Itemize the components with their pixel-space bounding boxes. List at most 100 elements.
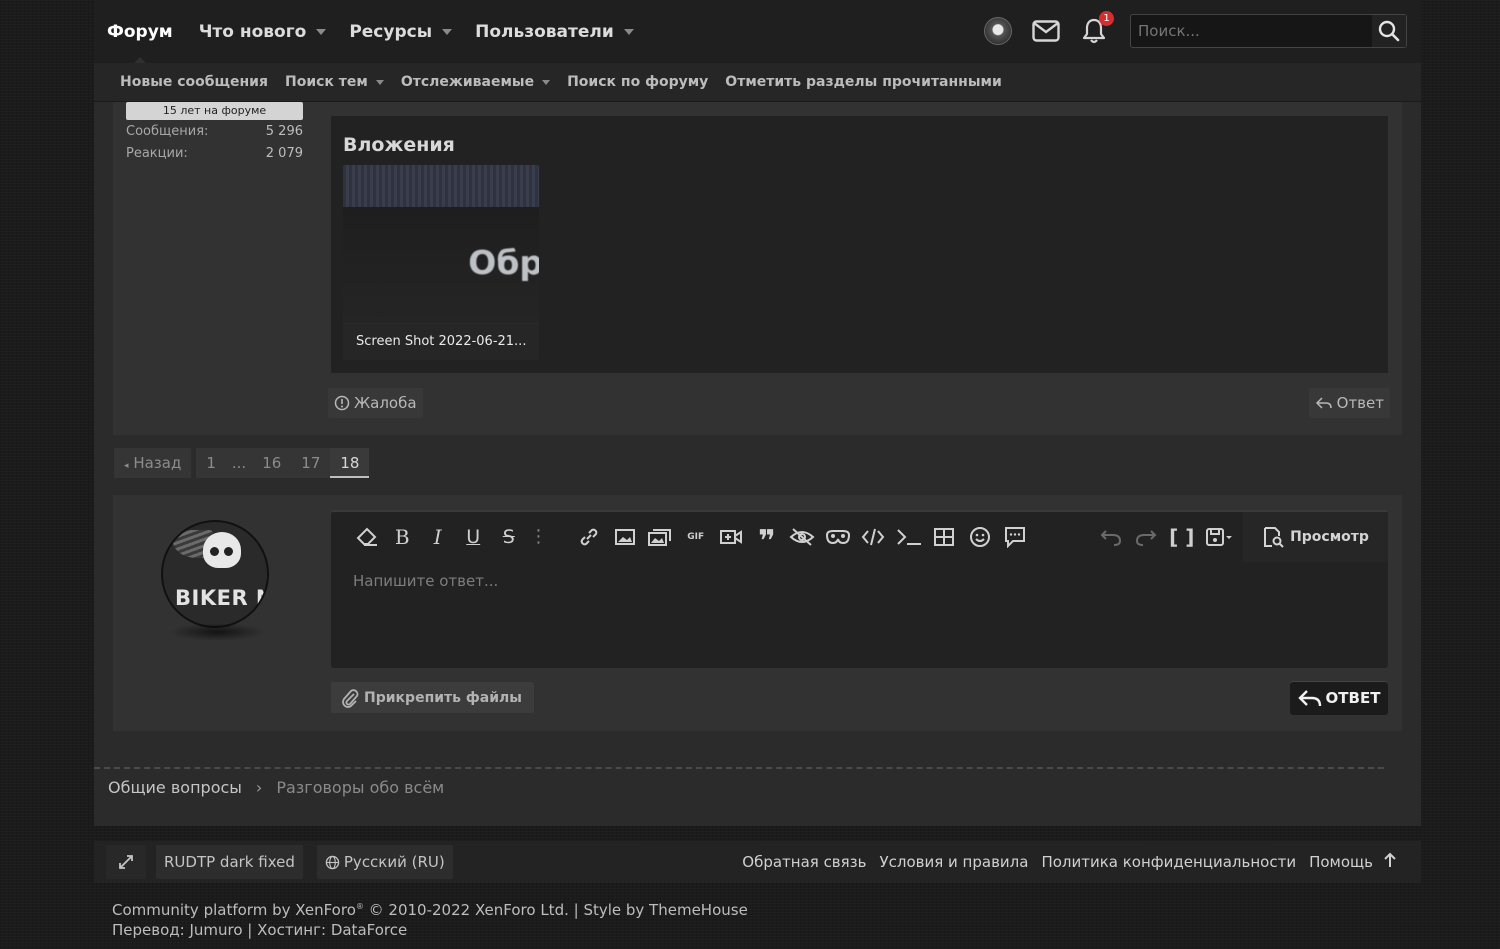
nav-tab-forum[interactable]: Форум xyxy=(107,0,173,63)
nav-tab-whats-new[interactable]: Что нового xyxy=(199,0,327,63)
subnav-mark-read[interactable]: Отметить разделы прочитанными xyxy=(725,74,1001,90)
copyright-suffix: © 2010-2022 XenForo Ltd. | Style by Them… xyxy=(363,901,748,919)
subnav-find-threads[interactable]: Поиск тем xyxy=(285,74,384,90)
chevron-down-icon[interactable] xyxy=(442,28,453,35)
expand-icon xyxy=(119,855,133,869)
credits-line: Перевод: Jumuro | Хостинг: DataForce xyxy=(112,921,408,939)
alerts-button[interactable]: 1 xyxy=(1080,11,1114,45)
strikethrough-button[interactable]: S xyxy=(491,522,527,552)
insert-media-button[interactable] xyxy=(714,522,750,552)
toggle-bbcode-button[interactable]: [ ] xyxy=(1164,522,1200,552)
user-avatar[interactable] xyxy=(984,17,1012,45)
preview-label: Просмотр xyxy=(1290,529,1369,545)
insert-spoiler-button[interactable] xyxy=(785,522,821,552)
bold-icon: B xyxy=(394,525,410,549)
post-reply-button[interactable]: Ответ xyxy=(1308,388,1390,418)
inbox-button[interactable] xyxy=(1032,17,1060,45)
footer-link-help[interactable]: Помощь xyxy=(1309,853,1373,871)
submit-reply-button[interactable]: ОТВЕТ xyxy=(1290,681,1388,715)
table-icon xyxy=(934,528,955,546)
nav-tab-members[interactable]: Пользователи xyxy=(475,0,634,63)
chevron-right-icon: › xyxy=(255,777,263,797)
user-stat-messages: Сообщения: 5 296 xyxy=(126,124,303,142)
search-button[interactable] xyxy=(1372,15,1406,47)
underline-button[interactable]: U xyxy=(456,522,492,552)
subnav-label: Поиск по форуму xyxy=(567,74,709,90)
nav-tab-label: Пользователи xyxy=(475,21,614,42)
breadcrumb-item-current[interactable]: Разговоры обо всём xyxy=(276,778,444,797)
language-label: Русский (RU) xyxy=(343,853,445,871)
scroll-top-button[interactable] xyxy=(1383,852,1397,872)
reply-avatar[interactable]: BIKER N xyxy=(161,520,269,628)
terminal-icon xyxy=(897,529,921,545)
toggle-width-button[interactable] xyxy=(106,845,146,879)
envelope-icon xyxy=(1032,20,1060,42)
subnav-search-forums[interactable]: Поиск по форуму xyxy=(567,74,708,90)
more-options-button[interactable]: ⋮ xyxy=(527,522,551,552)
subnav-new-posts[interactable]: Новые сообщения xyxy=(120,74,268,90)
insert-gallery-button[interactable] xyxy=(643,522,679,552)
page-link[interactable]: 16 xyxy=(252,448,292,478)
footer-link-contact[interactable]: Обратная связь xyxy=(742,853,866,871)
skull-icon xyxy=(203,532,241,568)
footer-link-terms[interactable]: Условия и правила xyxy=(880,853,1029,871)
undo-button[interactable] xyxy=(1093,522,1129,552)
italic-button[interactable]: I xyxy=(420,522,456,552)
redo-icon xyxy=(1136,530,1157,546)
chevron-down-icon[interactable] xyxy=(623,28,634,35)
style-chooser-button[interactable]: RUDTP dark fixed xyxy=(156,845,303,879)
page-link-current[interactable]: 18 xyxy=(330,448,370,478)
chevron-down-icon[interactable] xyxy=(316,28,327,35)
attachment-filename[interactable]: Screen Shot 2022-06-21... xyxy=(343,324,539,360)
nav-tab-label: Ресурсы xyxy=(349,21,433,42)
insert-gif-button[interactable]: GIF xyxy=(678,522,714,552)
attachment-thumbnail[interactable]: Обр Screen Shot 2022-06-21... xyxy=(343,165,539,360)
copyright-prefix: Community platform by XenForo xyxy=(112,901,356,919)
insert-link-button[interactable] xyxy=(572,522,608,552)
clear-formatting-button[interactable] xyxy=(349,522,385,552)
pagination-prev-button[interactable]: ◂ Назад xyxy=(114,448,192,478)
link-icon xyxy=(580,528,598,546)
nav-tab-resources[interactable]: Ресурсы xyxy=(349,0,453,63)
preview-button[interactable]: Просмотр xyxy=(1243,512,1388,562)
insert-code-button[interactable] xyxy=(856,522,892,552)
insert-inline-spoiler-button[interactable] xyxy=(820,522,856,552)
insert-smilie-button[interactable] xyxy=(962,522,998,552)
insert-table-button[interactable] xyxy=(927,522,963,552)
stat-label: Сообщения: xyxy=(126,124,209,139)
thumbnail-preview-text: Обр xyxy=(468,243,539,282)
search-input[interactable] xyxy=(1131,22,1372,40)
thumbnail-image-strip xyxy=(343,165,539,207)
subnav-watched[interactable]: Отслеживаемые xyxy=(401,74,551,90)
footer-links: Обратная связь Условия и правила Политик… xyxy=(729,841,1397,883)
subnav-label: Поиск тем xyxy=(284,74,368,90)
insert-comment-button[interactable] xyxy=(998,522,1034,552)
redo-button[interactable] xyxy=(1129,522,1165,552)
style-label: RUDTP dark fixed xyxy=(164,853,295,871)
attach-files-button[interactable]: Прикрепить файлы xyxy=(331,682,534,713)
reply-arrow-icon xyxy=(1315,397,1332,409)
page-link[interactable]: 17 xyxy=(291,448,331,478)
insert-quote-button[interactable]: ❞ xyxy=(749,522,785,557)
nav-user-controls: 1 xyxy=(984,11,1407,48)
thumbnail-image: Обр xyxy=(343,207,539,323)
brackets-icon: [ ] xyxy=(1169,525,1195,549)
gif-icon: GIF xyxy=(687,532,705,542)
report-button[interactable]: Жалоба xyxy=(328,388,423,418)
strikethrough-icon: S xyxy=(502,526,515,548)
drafts-button[interactable] xyxy=(1200,522,1240,552)
language-chooser-button[interactable]: Русский (RU) xyxy=(316,845,453,879)
document-search-icon xyxy=(1264,527,1284,548)
insert-inline-code-button[interactable] xyxy=(891,522,927,552)
reply-editor: B I U S ⋮ GIF ❞ [ ] Просмотр Напишите от… xyxy=(331,510,1388,668)
reply-textarea[interactable]: Напишите ответ... xyxy=(331,562,1388,600)
bold-button[interactable]: B xyxy=(385,522,421,552)
post-actions-bar: Жалоба Ответ xyxy=(328,387,1390,419)
chevron-down-icon[interactable] xyxy=(542,79,551,85)
insert-image-button[interactable] xyxy=(607,522,643,552)
breadcrumb-item[interactable]: Общие вопросы xyxy=(108,778,242,797)
page-link[interactable]: 1 xyxy=(196,448,226,478)
page-ellipsis[interactable]: ... xyxy=(225,448,253,478)
chevron-down-icon[interactable] xyxy=(375,79,384,85)
footer-link-privacy[interactable]: Политика конфиденциальности xyxy=(1041,853,1296,871)
